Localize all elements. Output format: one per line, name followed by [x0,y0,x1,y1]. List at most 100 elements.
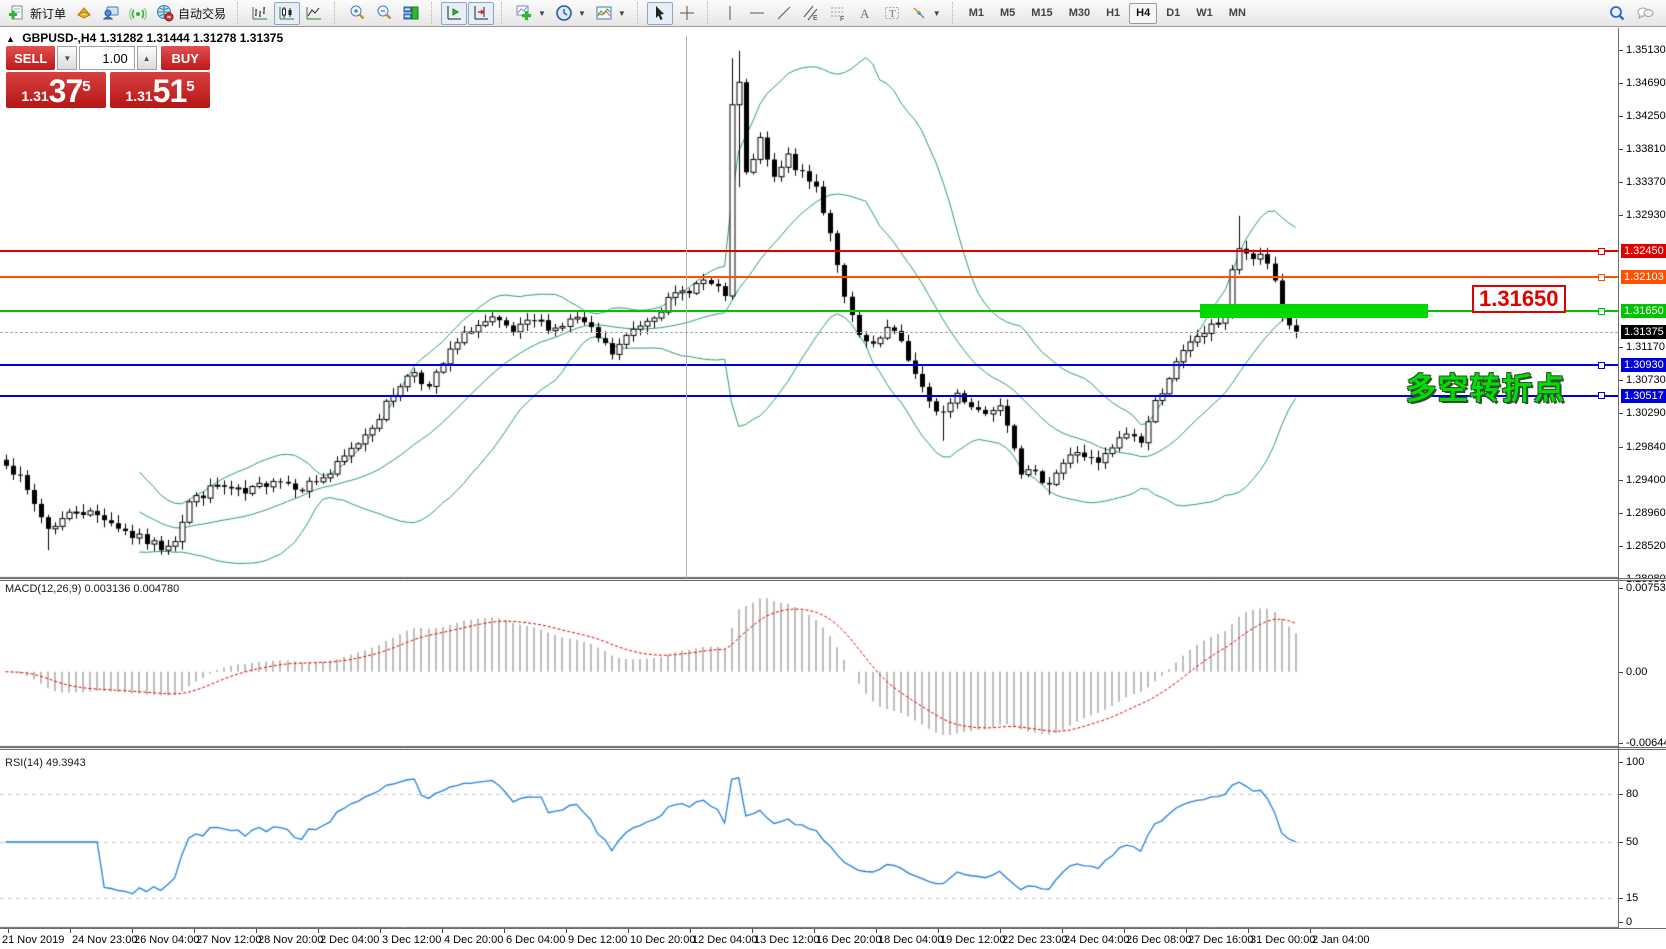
signals-button[interactable] [125,2,151,25]
fibonacci-button[interactable]: F [825,2,851,25]
horizontal-line-object[interactable] [0,364,1618,366]
auto-scroll-button[interactable] [441,2,467,25]
buy-button[interactable]: BUY [161,46,210,70]
chart-title: ▲ GBPUSD-,H4 1.31282 1.31444 1.31278 1.3… [6,31,283,45]
line-handle[interactable] [1598,392,1605,399]
buy-price-prefix: 1.31 [125,89,152,103]
mql5-community-button[interactable] [98,2,124,25]
timeframe-m1-button[interactable]: M1 [962,3,991,24]
price-axis-tick: 1.30730 [1626,374,1666,386]
sell-price-big: 37 [49,77,83,106]
time-axis-tick-mark [1248,929,1249,933]
chat-icon[interactable] [1636,4,1654,22]
symbol-period-label: GBPUSD-,H4 [22,31,96,45]
autotrading-label: 自动交易 [178,5,226,22]
time-axis-tick-mark [752,929,753,933]
horizontal-line-object[interactable] [0,276,1618,278]
plot-border [1618,28,1619,949]
price-line-label: 1.32450 [1621,244,1666,258]
panel-splitter[interactable] [0,578,1666,581]
timeframe-m15-button[interactable]: M15 [1024,3,1059,24]
line-handle[interactable] [1598,362,1605,369]
time-axis-tick-mark [938,929,939,933]
annotation-text[interactable]: 多空转折点 [1406,364,1566,408]
zoom-in-button[interactable] [344,2,370,25]
price-callout[interactable]: 1.31650 [1472,285,1566,313]
channel-button[interactable]: E [798,2,824,25]
text-button[interactable]: A [852,2,878,25]
horizontal-line-object[interactable] [0,250,1618,252]
sell-price-display[interactable]: 1.31 37 5 [6,72,106,108]
chart-shift-button[interactable] [468,2,494,25]
time-axis-tick-mark [628,929,629,933]
crosshair-button[interactable] [674,2,700,25]
toolbar-separator [431,2,436,24]
price-axis-tick: 1.33370 [1626,176,1666,188]
buy-price-display[interactable]: 1.31 51 5 [110,72,210,108]
time-axis[interactable]: 21 Nov 201924 Nov 23:0026 Nov 04:0027 No… [0,928,1666,949]
timeframe-w1-button[interactable]: W1 [1189,3,1220,24]
line-handle[interactable] [1598,308,1605,315]
horizontal-line-button[interactable] [744,2,770,25]
timeframe-mn-button[interactable]: MN [1222,3,1253,24]
timeframe-m30-button[interactable]: M30 [1062,3,1097,24]
timeframe-h1-button[interactable]: H1 [1099,3,1127,24]
chart-window: 1.351301.346901.342501.338101.333701.329… [0,28,1666,949]
dropdown-caret-icon: ▼ [933,9,941,18]
ohlc-values: 1.31282 1.31444 1.31278 1.31375 [100,31,284,45]
panel-splitter[interactable] [0,747,1666,750]
price-axis-tick: 1.35130 [1626,44,1666,56]
sell-button[interactable]: SELL [6,46,55,70]
timeframe-h4-button[interactable]: H4 [1129,3,1157,24]
metaeditor-button[interactable] [71,2,97,25]
zoom-out-button[interactable] [371,2,397,25]
line-handle[interactable] [1598,274,1605,281]
price-axis-tick: 1.34690 [1626,77,1666,89]
time-axis-label: 27 Dec 16:00 [1188,934,1253,946]
templates-button[interactable]: ▼ [591,2,630,25]
cursor-button[interactable] [647,2,673,25]
bar-chart-button[interactable] [247,2,273,25]
time-axis-label: 13 Dec 12:00 [754,934,819,946]
price-line-label: 1.32103 [1621,270,1666,284]
volume-input[interactable]: 1.00 [79,46,134,70]
bid-price-line [0,332,1618,333]
volume-decrease-button[interactable]: ▼ [57,46,77,70]
rsi-axis-tick: 100 [1626,756,1644,768]
candlestick-button[interactable] [274,2,300,25]
vertical-line-button[interactable] [717,2,743,25]
autotrading-button[interactable]: 自动交易 [152,2,230,25]
shapes-button[interactable]: ▼ [906,2,945,25]
text-label-button[interactable]: T [879,2,905,25]
shapes-arrows-icon [910,4,928,22]
price-line-label: 1.30930 [1621,358,1666,372]
highlight-bar[interactable] [1200,304,1428,318]
vertical-line-object[interactable] [686,36,687,578]
line-chart-button[interactable] [301,2,327,25]
horizontal-line-icon [748,4,766,22]
line-handle[interactable] [1598,248,1605,255]
rsi-axis-tick: 15 [1626,892,1638,904]
rsi-label: RSI(14) 49.3943 [5,757,86,769]
tile-windows-icon [402,4,420,22]
search-icon[interactable] [1608,4,1626,22]
trendline-button[interactable] [771,2,797,25]
timeframe-m5-button[interactable]: M5 [993,3,1022,24]
time-axis-label: 24 Nov 23:00 [72,934,137,946]
collapse-panel-icon[interactable]: ▲ [6,34,15,44]
bar-chart-icon [251,4,269,22]
timeframe-d1-button[interactable]: D1 [1159,3,1187,24]
price-axis-tick: 1.28520 [1626,540,1666,552]
tile-windows-button[interactable] [398,2,424,25]
volume-increase-button[interactable]: ▲ [137,46,157,70]
macd-axis-tick: 0.00 [1626,666,1647,678]
horizontal-line-object[interactable] [0,395,1618,397]
new-order-button[interactable]: 新订单 [4,2,70,25]
macd-axis-tick: 0.007538 [1626,582,1666,594]
periods-button[interactable]: ▼ [551,2,590,25]
time-axis-label: 16 Dec 20:00 [816,934,881,946]
price-axis-tick: 1.33810 [1626,143,1666,155]
metaeditor-icon [75,4,93,22]
svg-text:A: A [860,6,870,21]
indicators-button[interactable]: ▼ [511,2,550,25]
